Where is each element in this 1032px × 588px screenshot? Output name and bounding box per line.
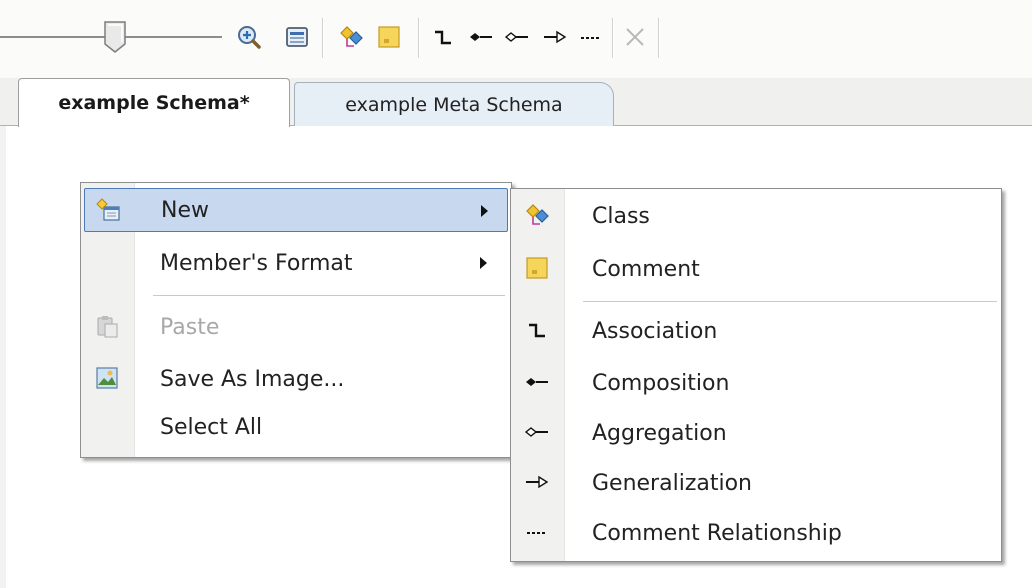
toolbar-separator bbox=[612, 18, 614, 58]
menu-item-label: Class bbox=[592, 203, 650, 229]
composition-icon[interactable] bbox=[466, 22, 496, 52]
menu-item-select-all[interactable]: Select All bbox=[84, 405, 508, 449]
menu-item-save-as-image[interactable]: Save As Image... bbox=[84, 357, 508, 401]
new-class-icon[interactable] bbox=[336, 22, 366, 52]
menu-item-label: Comment bbox=[592, 256, 700, 282]
menu-item-paste: Paste bbox=[84, 305, 508, 349]
new-icon bbox=[95, 197, 121, 223]
comment-icon bbox=[524, 255, 550, 281]
aggregation-icon bbox=[524, 419, 550, 445]
comment-relationship-icon[interactable] bbox=[576, 22, 606, 52]
tab-example-meta-schema[interactable]: example Meta Schema bbox=[294, 82, 614, 126]
new-submenu: Class Comment Association Composition Ag… bbox=[510, 188, 1002, 562]
composition-icon bbox=[524, 369, 550, 395]
toolbar-separator bbox=[658, 18, 660, 58]
menu-item-label: Member's Format bbox=[160, 250, 353, 276]
menu-item-label: Comment Relationship bbox=[592, 520, 842, 546]
toolbar-separator bbox=[418, 18, 420, 58]
association-icon bbox=[524, 317, 550, 343]
menu-item-label: Association bbox=[592, 318, 718, 344]
canvas-edge bbox=[0, 126, 6, 588]
menu-item-members-format[interactable]: Member's Format bbox=[84, 241, 508, 285]
tab-example-schema[interactable]: example Schema* bbox=[18, 78, 290, 127]
aggregation-icon[interactable] bbox=[502, 22, 532, 52]
tab-strip: example Schema* example Meta Schema bbox=[0, 78, 1032, 127]
image-icon bbox=[94, 365, 120, 391]
submenu-item-class[interactable]: Class bbox=[514, 194, 998, 238]
association-icon[interactable] bbox=[428, 22, 458, 52]
delete-icon[interactable] bbox=[620, 22, 650, 52]
menu-item-label: Save As Image... bbox=[160, 366, 345, 392]
new-comment-icon[interactable] bbox=[374, 22, 404, 52]
submenu-arrow-icon bbox=[480, 257, 487, 269]
menu-item-label: Composition bbox=[592, 370, 730, 396]
submenu-item-generalization[interactable]: Generalization bbox=[514, 461, 998, 505]
submenu-arrow-icon bbox=[481, 205, 488, 217]
menu-item-new[interactable]: New bbox=[84, 188, 508, 232]
submenu-item-comment[interactable]: Comment bbox=[514, 247, 998, 291]
tab-label: example Meta Schema bbox=[345, 93, 563, 116]
submenu-item-association[interactable]: Association bbox=[514, 309, 998, 353]
zoom-in-icon[interactable] bbox=[234, 22, 264, 52]
menu-separator bbox=[153, 295, 505, 296]
zoom-slider-thumb[interactable] bbox=[103, 20, 127, 54]
generalization-icon bbox=[524, 469, 550, 495]
menu-item-label: Select All bbox=[160, 414, 263, 440]
toolbar bbox=[0, 0, 1032, 78]
submenu-item-aggregation[interactable]: Aggregation bbox=[514, 411, 998, 455]
menu-separator bbox=[583, 301, 997, 302]
menu-item-label: Aggregation bbox=[592, 420, 727, 446]
menu-item-label: Generalization bbox=[592, 470, 752, 496]
context-menu: New Member's Format Paste Save As Image.… bbox=[80, 182, 512, 458]
tab-label: example Schema* bbox=[58, 92, 250, 114]
menu-item-label: Paste bbox=[160, 314, 220, 340]
generalization-icon[interactable] bbox=[540, 22, 570, 52]
toolbar-separator bbox=[322, 18, 324, 58]
fit-view-icon[interactable] bbox=[282, 22, 312, 52]
menu-item-label: New bbox=[161, 197, 209, 223]
comment-relationship-icon bbox=[524, 519, 550, 545]
class-icon bbox=[524, 202, 550, 228]
paste-icon bbox=[94, 313, 120, 339]
submenu-item-composition[interactable]: Composition bbox=[514, 361, 998, 405]
submenu-item-comment-relationship[interactable]: Comment Relationship bbox=[514, 511, 998, 555]
